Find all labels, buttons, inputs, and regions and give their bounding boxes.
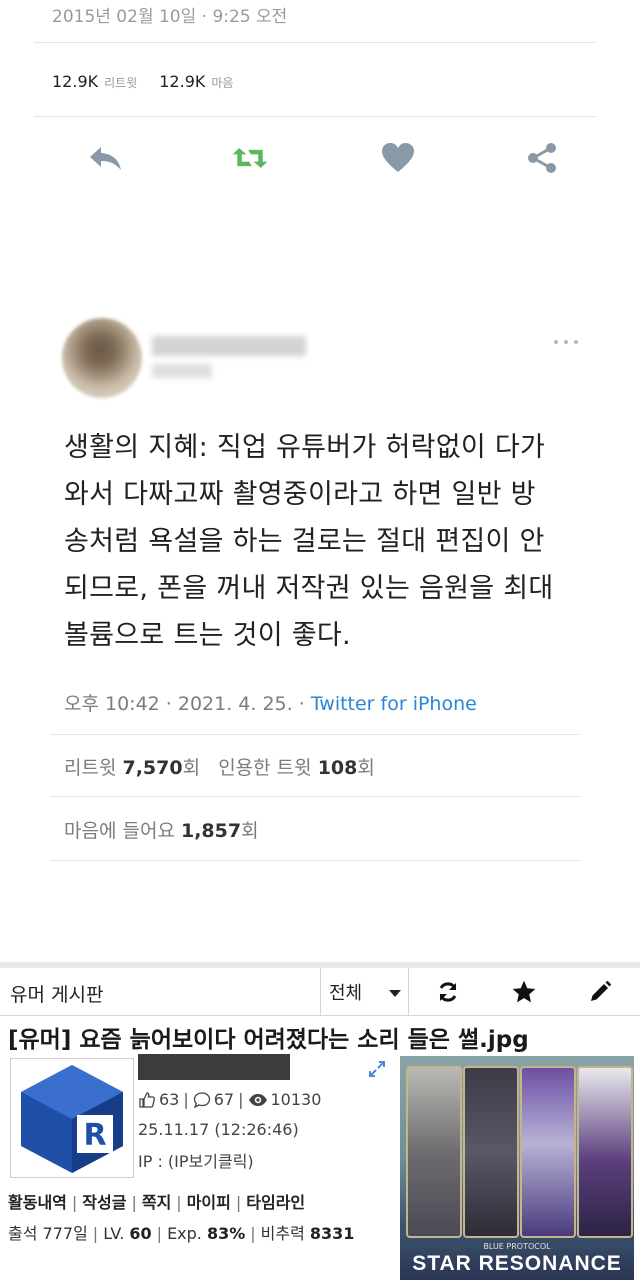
refresh-icon	[439, 982, 457, 1002]
profile-links: 활동내역 | 작성글 | 쪽지 | 마이피 | 타임라인	[8, 1193, 306, 1212]
attendance-label: 출석	[8, 1224, 43, 1243]
retweet-stat-count[interactable]: 7,570	[122, 757, 182, 779]
tweet-source-link[interactable]: Twitter for iPhone	[311, 693, 477, 715]
likes-stats-row: 마음에 들어요 1,857회	[64, 816, 259, 843]
like-count: 63	[159, 1090, 180, 1109]
board-name[interactable]: 유머 게시판	[10, 980, 103, 1007]
post-title[interactable]: [유머] 요즘 늙어보이다 어려졌다는 소리 들은 썰.jpg	[8, 1020, 529, 1054]
divider	[50, 734, 580, 735]
pencil-icon	[591, 980, 612, 1001]
tweet-stats: 12.9K 리트윗 12.9K 마음	[52, 72, 255, 91]
divider	[34, 116, 596, 117]
redacted-author-name	[138, 1054, 290, 1080]
quote-stat-count[interactable]: 108	[318, 757, 358, 779]
level-label: LV.	[103, 1224, 130, 1243]
like-button[interactable]	[378, 138, 418, 178]
avatar[interactable]	[62, 318, 142, 398]
level-value: 60	[129, 1224, 152, 1243]
refresh-button[interactable]	[432, 976, 464, 1008]
exp-value: 83%	[206, 1224, 246, 1243]
likes-stat-label: 마음에 들어요	[64, 820, 181, 842]
retweet-label: 리트윗	[104, 76, 138, 90]
eye-icon	[248, 1093, 267, 1106]
power-value: 8331	[309, 1224, 355, 1243]
character-card	[463, 1066, 519, 1238]
character-card	[406, 1066, 462, 1238]
divider	[50, 796, 580, 797]
retweet-stats-row: 리트윗 7,570회 인용한 트윗 108회	[64, 753, 375, 780]
character-card	[520, 1066, 576, 1238]
tweet-meta: 오후 10:42 · 2021. 4. 25. · Twitter for iP…	[64, 689, 477, 716]
tweet-action-bar	[0, 138, 640, 178]
tweet-body: 생활의 지혜: 직업 유튜버가 허락없이 다가 와서 다짜고짜 촬영중이라고 하…	[64, 424, 604, 659]
site-logo-icon: R	[21, 1065, 123, 1173]
quote-stat-unit: 회	[357, 757, 375, 779]
link-message[interactable]: 쪽지	[142, 1193, 171, 1212]
link-posts[interactable]: 작성글	[82, 1193, 126, 1212]
tweet-line: 되므로, 폰을 꺼내 저작권 있는 음원을 최대	[64, 573, 554, 604]
divider	[50, 860, 580, 861]
link-timeline[interactable]: 타임라인	[246, 1193, 305, 1212]
thumbnail-subtitle: BLUE PROTOCOL	[483, 1242, 551, 1251]
favorite-button[interactable]	[508, 976, 540, 1008]
user-level-info: 출석 777일 | LV. 60 | Exp. 83% | 비추력 8331	[8, 1224, 355, 1243]
link-activity[interactable]: 활동내역	[8, 1193, 67, 1212]
tweet-time: 오후 10:42 · 2021. 4. 25. ·	[64, 693, 311, 715]
post-stats: 63 | 67 | 10130	[138, 1090, 321, 1109]
exp-label: Exp.	[167, 1224, 207, 1243]
retweet-stat-unit: 회	[182, 757, 201, 779]
filter-selected-value: 전체	[329, 983, 363, 1004]
attendance-value: 777일	[42, 1224, 88, 1243]
heart-icon	[382, 143, 414, 172]
author-avatar[interactable]: R	[10, 1058, 134, 1178]
likes-stat-count[interactable]: 1,857	[181, 820, 241, 842]
share-button[interactable]	[522, 138, 562, 178]
comment-count: 67	[213, 1090, 235, 1109]
post-date: 25.11.17 (12:26:46)	[138, 1120, 299, 1139]
like-label: 마음	[211, 76, 234, 90]
blurred-handle	[152, 364, 212, 378]
likes-stat-unit: 회	[241, 820, 259, 842]
view-count: 10130	[270, 1090, 322, 1109]
thumbnail-title: STAR RESONANCE	[412, 1252, 622, 1275]
divider	[34, 42, 596, 43]
retweet-button[interactable]	[230, 138, 270, 178]
power-label: 비추력	[260, 1224, 310, 1243]
like-count[interactable]: 12.9K	[159, 72, 205, 91]
expand-icon[interactable]	[368, 1060, 386, 1078]
retweet-stat-label: 리트윗	[64, 757, 123, 779]
post-thumbnail[interactable]: STAR RESONANCE BLUE PROTOCOL	[400, 1056, 634, 1280]
star-icon	[512, 980, 536, 1003]
more-options-icon[interactable]	[554, 334, 578, 350]
share-icon	[528, 143, 556, 173]
thumbs-up-icon	[139, 1091, 155, 1108]
tweet-line: 볼륨으로 트는 것이 좋다.	[64, 620, 351, 651]
reply-button[interactable]	[86, 138, 126, 178]
comment-icon	[193, 1091, 210, 1108]
tweet-line: 생활의 지혜: 직업 유튜버가 허락없이 다가	[64, 432, 546, 463]
tweet-line: 와서 다짜고짜 촬영중이라고 하면 일반 방	[64, 479, 536, 510]
retweet-count[interactable]: 12.9K	[52, 72, 98, 91]
tweet-timestamp: 2015년 02월 10일 · 9:25 오전	[52, 7, 288, 27]
caret-down-icon	[389, 990, 401, 997]
svg-text:R: R	[83, 1118, 106, 1153]
character-card	[577, 1066, 633, 1238]
reply-icon	[90, 147, 121, 170]
link-mypi[interactable]: 마이피	[187, 1193, 231, 1212]
write-button[interactable]	[584, 976, 616, 1008]
board-header: 유머 게시판 전체	[0, 968, 640, 1016]
quote-stat-label: 인용한 트윗	[218, 757, 318, 779]
retweet-icon	[232, 148, 268, 168]
tweet-line: 송처럼 욕설을 하는 걸로는 절대 편집이 안	[64, 526, 545, 557]
blurred-display-name	[152, 336, 306, 356]
ip-link[interactable]: IP : (IP보기클릭)	[138, 1148, 254, 1172]
filter-select[interactable]: 전체	[320, 968, 409, 1016]
